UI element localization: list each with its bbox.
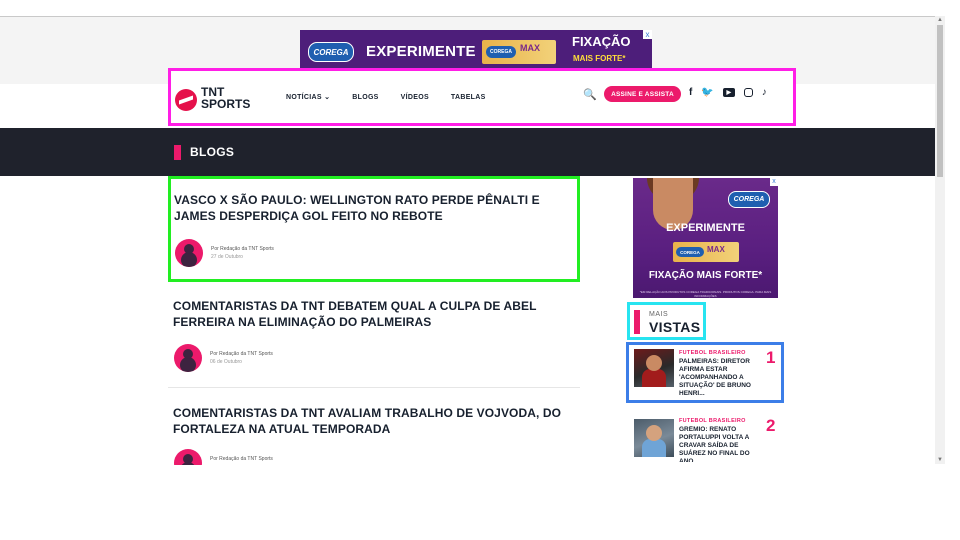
nav-item-noticias[interactable]: NOTÍCIAS ⌄ — [286, 93, 330, 101]
instagram-icon[interactable] — [743, 88, 753, 97]
scroll-down-icon[interactable]: ▼ — [937, 457, 943, 463]
article-author: Por Redação da TNT Sports — [210, 351, 273, 357]
author-avatar — [174, 449, 202, 465]
article-card[interactable]: COMENTARISTAS DA TNT AVALIAM TRABALHO DE… — [168, 403, 580, 465]
ad-headline: EXPERIMENTE — [366, 43, 476, 60]
most-viewed-category: FUTEBOL BRASILEIRO — [679, 418, 746, 424]
article-card[interactable]: COMENTARISTAS DA TNT DEBATEM QUAL A CULP… — [168, 296, 580, 388]
scroll-up-icon[interactable]: ▲ — [937, 17, 943, 23]
ad-pack-brand: COREGA — [486, 46, 516, 58]
author-avatar — [175, 239, 203, 267]
most-viewed-item[interactable]: FUTEBOL BRASILEIRO GRÊMIO: RENATO PORTAL… — [626, 416, 784, 464]
ad-pack-max: MAX — [707, 245, 725, 254]
most-viewed-thumbnail[interactable] — [634, 419, 674, 457]
facebook-icon[interactable]: f — [689, 87, 692, 98]
logo-text-line2: SPORTS — [201, 97, 251, 111]
subscribe-button[interactable]: ASSINE E ASSISTA — [604, 86, 681, 102]
ad-fix-text: FIXAÇÃO MAIS FORTE* — [648, 270, 763, 281]
article-date: 06 de Outubro — [210, 359, 242, 365]
tnt-sports-logo[interactable]: TNT SPORTS — [175, 85, 263, 115]
tiktok-icon[interactable]: ♪ — [762, 87, 767, 98]
ad-pack-max: MAX — [520, 43, 540, 53]
most-viewed-label-small: MAIS — [649, 311, 669, 318]
ad-close-icon[interactable]: x — [643, 30, 652, 39]
ad-headline: EXPERIMENTE — [666, 222, 745, 234]
search-icon[interactable]: 🔍 — [583, 88, 597, 101]
ad-disclaimer: *EM RELAÇÃO AOS PRODUTOS COREGA TRADICIO… — [639, 290, 772, 298]
most-viewed-rank: 2 — [766, 416, 776, 435]
most-viewed-title[interactable]: PALMEIRAS: DIRETOR AFIRMA ESTAR 'ACOMPAN… — [679, 358, 757, 398]
most-viewed-category: FUTEBOL BRASILEIRO — [679, 350, 746, 356]
twitter-icon[interactable]: 🐦 — [701, 87, 713, 98]
nav-item-videos[interactable]: VÍDEOS — [401, 94, 429, 101]
ad-pack-brand: COREGA — [676, 247, 704, 257]
scrollbar-thumb[interactable] — [937, 25, 943, 177]
article-author: Por Redação da TNT Sports — [210, 456, 273, 462]
page-scrollbar[interactable]: ▲ ▼ — [935, 16, 945, 464]
most-viewed-accent — [634, 310, 640, 334]
section-title-bar: BLOGS — [0, 128, 945, 176]
most-viewed-item[interactable]: FUTEBOL BRASILEIRO PALMEIRAS: DIRETOR AF… — [626, 342, 784, 403]
author-avatar — [174, 344, 202, 372]
nav-item-tabelas[interactable]: TABELAS — [451, 94, 486, 101]
browser-viewport: COREGA EXPERIMENTE COREGA MAX FIXAÇÃO MA… — [0, 16, 945, 465]
article-title[interactable]: COMENTARISTAS DA TNT AVALIAM TRABALHO DE… — [173, 405, 573, 437]
most-viewed-heading: MAIS VISTAS — [627, 302, 706, 340]
ad-product-pack: COREGA MAX — [673, 242, 739, 262]
article-card[interactable]: VASCO X SÃO PAULO: WELLINGTON RATO PERDE… — [168, 176, 580, 282]
ad-fix-text: FIXAÇÃO — [572, 34, 631, 49]
ad-close-icon[interactable]: x — [770, 178, 778, 186]
site-header: TNT SPORTS NOTÍCIAS ⌄ BLOGS VÍDEOS TABEL… — [168, 68, 796, 126]
sidebar-ad[interactable]: COREGA EXPERIMENTE COREGA MAX FIXAÇÃO MA… — [633, 178, 778, 298]
ad-brand-logo: COREGA — [308, 42, 354, 62]
nav-item-blogs[interactable]: BLOGS — [352, 94, 378, 101]
article-title[interactable]: COMENTARISTAS DA TNT DEBATEM QUAL A CULP… — [173, 298, 573, 330]
most-viewed-thumbnail[interactable] — [634, 349, 674, 387]
most-viewed-rank: 1 — [766, 348, 776, 367]
most-viewed-title[interactable]: GRÊMIO: RENATO PORTALUPPI VOLTA A CRAVAR… — [679, 426, 757, 462]
ad-brand-logo: COREGA — [728, 191, 770, 208]
article-date: 27 de Outubro — [211, 254, 243, 260]
ad-product-pack: COREGA MAX — [482, 40, 556, 64]
social-links: f 🐦 ▶ ♪ — [689, 87, 767, 98]
article-title[interactable]: VASCO X SÃO PAULO: WELLINGTON RATO PERDE… — [174, 192, 574, 224]
main-nav: NOTÍCIAS ⌄ BLOGS VÍDEOS TABELAS — [286, 71, 486, 123]
youtube-icon[interactable]: ▶ — [722, 88, 735, 97]
section-accent-mark — [174, 145, 181, 160]
ad-fix-text-2: MAIS FORTE* — [573, 54, 626, 63]
article-author: Por Redação da TNT Sports — [211, 246, 274, 252]
section-title: BLOGS — [190, 145, 235, 159]
logo-mark-icon — [175, 89, 197, 111]
most-viewed-label-big: VISTAS — [649, 319, 701, 335]
